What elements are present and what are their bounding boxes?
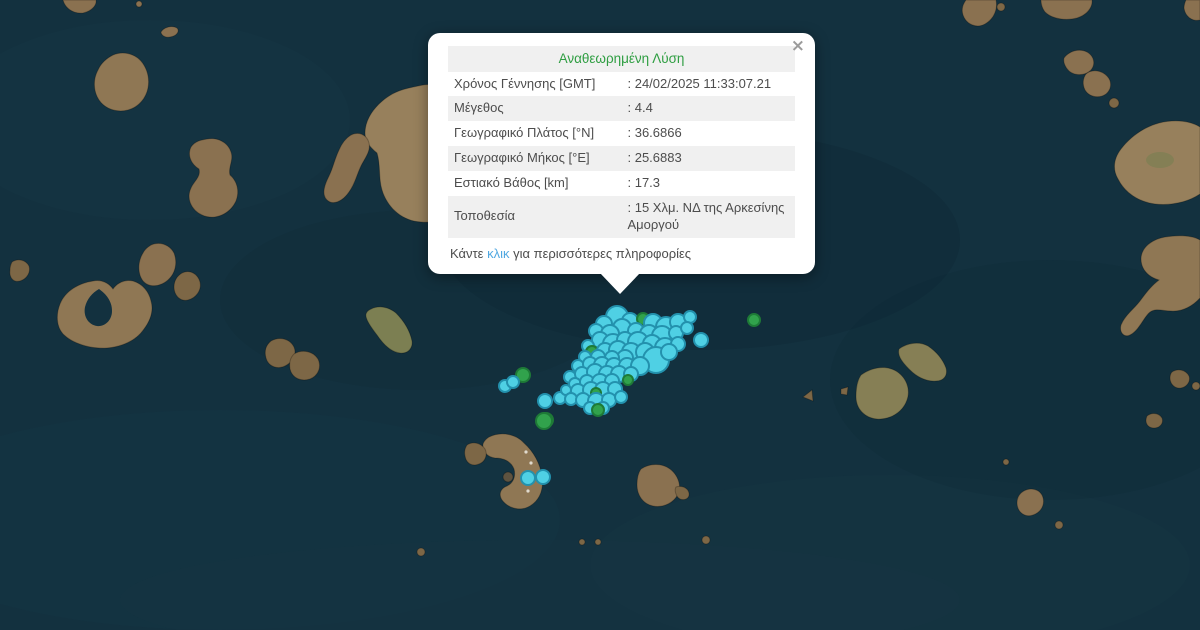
table-row: Χρόνος Γέννησης [GMT] : 24/02/2025 11:33… <box>448 72 795 97</box>
island <box>503 472 513 482</box>
earthquake-marker-cyan[interactable] <box>694 333 708 347</box>
earthquake-marker-green[interactable] <box>748 314 760 326</box>
close-icon[interactable]: × <box>791 38 805 55</box>
earthquake-popup: × Αναθεωρημένη Λύση Χρόνος Γέννησης [GMT… <box>428 33 815 274</box>
row-value: : 15 Χλμ. ΝΔ της Αρκεσίνης Αμοργού <box>622 196 796 238</box>
earthquake-marker-cyan[interactable] <box>681 322 693 334</box>
map-viewport[interactable]: × Αναθεωρημένη Λύση Χρόνος Γέννησης [GMT… <box>0 0 1200 630</box>
more-info-link[interactable]: κλικ <box>487 246 509 261</box>
island <box>136 1 142 7</box>
popup-title: Αναθεωρημένη Λύση <box>448 46 795 72</box>
earthquake-marker-green[interactable] <box>623 375 633 385</box>
earthquake-marker-cyan[interactable] <box>521 471 535 485</box>
island <box>1146 414 1163 428</box>
island <box>290 351 320 380</box>
row-value: : 17.3 <box>622 171 796 196</box>
earthquake-marker-cyan[interactable] <box>536 470 550 484</box>
row-value: : 36.6866 <box>622 121 796 146</box>
earthquake-marker-green[interactable] <box>592 404 604 416</box>
island <box>1055 521 1063 529</box>
row-value: : 25.6883 <box>622 146 796 171</box>
island <box>1192 382 1200 390</box>
popup-tail <box>600 273 640 294</box>
row-label: Μέγεθος <box>448 96 622 121</box>
island <box>417 548 425 556</box>
island <box>1109 98 1119 108</box>
island <box>1003 459 1009 465</box>
row-label: Εστιακό Βάθος [km] <box>448 171 622 196</box>
earthquake-marker-green[interactable] <box>536 413 552 429</box>
popup-footer: Κάντε κλικ για περισσότερες πληροφορίες <box>448 246 795 263</box>
row-label: Χρόνος Γέννησης [GMT] <box>448 72 622 97</box>
island <box>841 387 848 395</box>
table-row: Εστιακό Βάθος [km] : 17.3 <box>448 171 795 196</box>
row-value: : 4.4 <box>622 96 796 121</box>
island <box>579 539 585 545</box>
island <box>997 3 1005 11</box>
table-row: Τοποθεσία : 15 Χλμ. ΝΔ της Αρκεσίνης Αμο… <box>448 196 795 238</box>
earthquake-marker-cyan[interactable] <box>661 344 677 360</box>
footer-text: Κάντε <box>450 246 487 261</box>
row-label: Γεωγραφικό Πλάτος [°N] <box>448 121 622 146</box>
island <box>1170 370 1190 388</box>
popup-table: Αναθεωρημένη Λύση Χρόνος Γέννησης [GMT] … <box>448 46 795 238</box>
island-vegetation <box>1146 152 1174 168</box>
earthquake-marker-cyan[interactable] <box>538 394 552 408</box>
island <box>595 539 601 545</box>
row-value: : 24/02/2025 11:33:07.21 <box>622 72 796 97</box>
island <box>702 536 710 544</box>
table-row: Γεωγραφικό Πλάτος [°N] : 36.6866 <box>448 121 795 146</box>
table-row: Γεωγραφικό Μήκος [°E] : 25.6883 <box>448 146 795 171</box>
island <box>465 443 487 465</box>
footer-text: για περισσότερες πληροφορίες <box>509 246 691 261</box>
row-label: Γεωγραφικό Μήκος [°E] <box>448 146 622 171</box>
earthquake-marker-cyan[interactable] <box>507 376 519 388</box>
earthquake-marker-cyan[interactable] <box>615 391 627 403</box>
row-label: Τοποθεσία <box>448 196 622 238</box>
table-row: Μέγεθος : 4.4 <box>448 96 795 121</box>
